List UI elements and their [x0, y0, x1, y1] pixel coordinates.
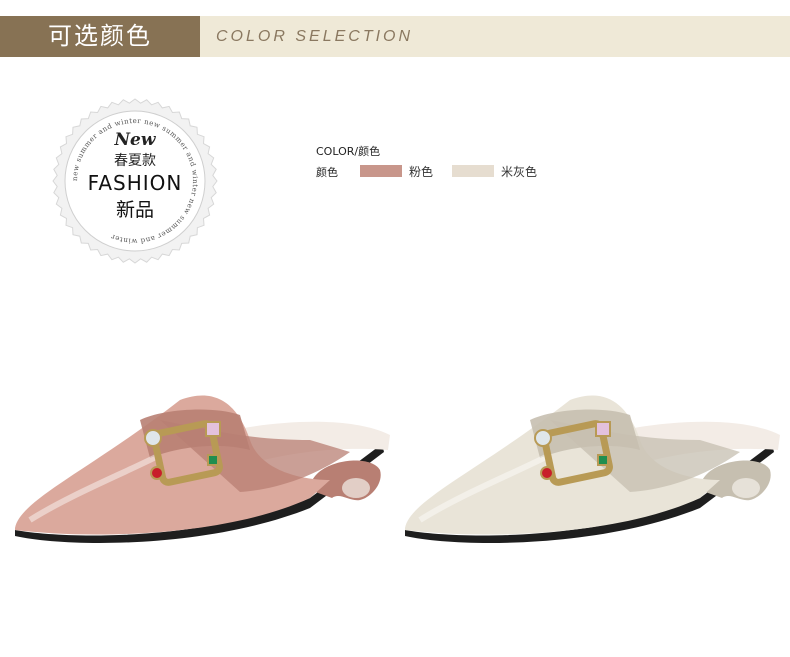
pink-mule-shoe-icon [15, 395, 390, 543]
heel-highlight [732, 478, 760, 498]
color-name-pink: 粉色 [409, 165, 434, 179]
badge-new-product-label: 新品 [116, 199, 154, 221]
gem-clear-icon [144, 429, 162, 447]
gem-red-icon [540, 466, 554, 480]
new-fashion-badge: new summer and winter new summer and win… [52, 98, 218, 264]
section-header: 可选颜色 COLOR SELECTION [0, 16, 790, 57]
color-row-label: 颜色 [316, 166, 338, 179]
badge-fashion-label: FASHION [88, 171, 183, 195]
color-swatch-beige[interactable] [452, 165, 494, 177]
color-title: COLOR/颜色 [316, 145, 381, 158]
color-swatch-pink[interactable] [360, 165, 402, 177]
heel-highlight [342, 478, 370, 498]
section-title-en: COLOR SELECTION [216, 28, 414, 45]
gem-red-icon [150, 466, 164, 480]
gem-green-icon [207, 454, 219, 466]
section-title-cn: 可选颜色 [0, 16, 200, 57]
beige-mule-shoe-icon [405, 395, 780, 543]
gem-clear-icon [534, 429, 552, 447]
badge-season-label: 春夏款 [114, 153, 156, 169]
gem-pink-icon [595, 421, 611, 437]
gem-green-icon [597, 454, 609, 466]
badge-new-label: New [114, 130, 157, 150]
gem-pink-icon [205, 421, 221, 437]
color-name-beige: 米灰色 [501, 165, 538, 179]
